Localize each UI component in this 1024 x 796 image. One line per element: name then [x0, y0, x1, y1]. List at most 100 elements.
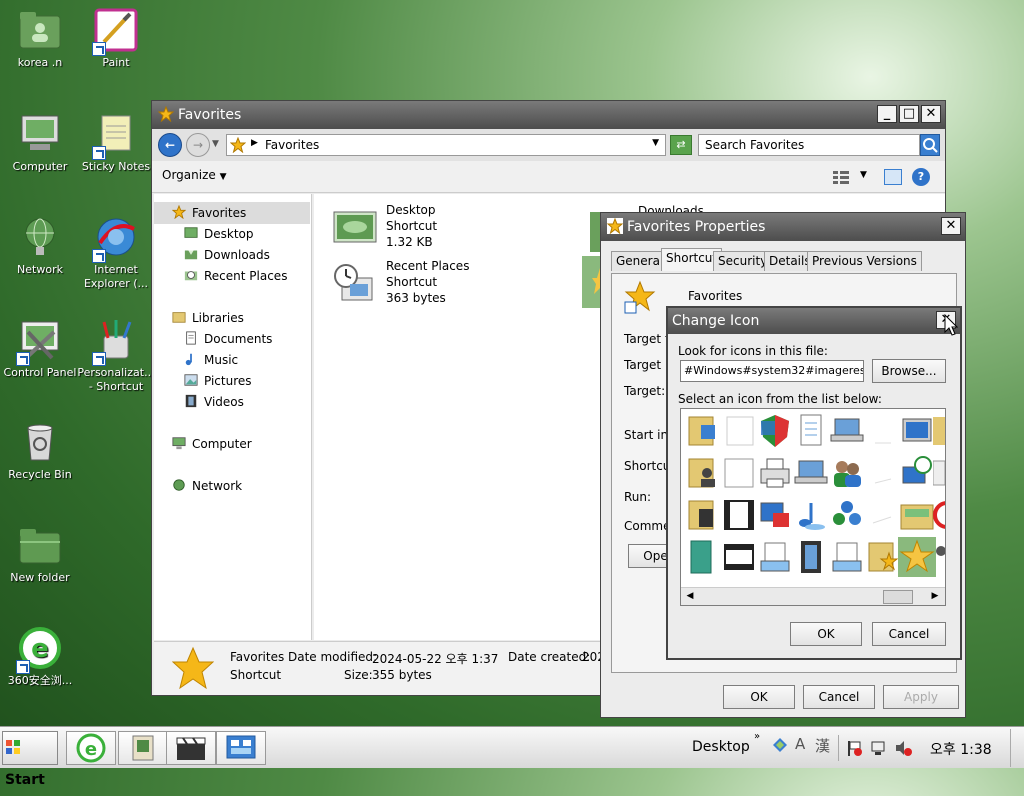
change-icon-cancel-button[interactable]: Cancel	[872, 622, 946, 646]
music-icon[interactable]	[793, 497, 829, 533]
change-icon-titlebar[interactable]: Change Icon ✕	[668, 308, 960, 334]
breadcrumb-favorites[interactable]: Favorites	[265, 138, 319, 152]
nav-item-videos[interactable]: Videos	[184, 393, 244, 411]
blank-icon[interactable]	[721, 413, 757, 449]
document-icon[interactable]	[793, 413, 829, 449]
show-desktop-button[interactable]	[1010, 729, 1022, 767]
laptop-icon[interactable]	[793, 455, 829, 491]
ime-alpha-mode[interactable]: A	[795, 735, 805, 753]
device-document-icon[interactable]	[829, 539, 865, 575]
properties-titlebar[interactable]: Favorites Properties ✕	[601, 213, 965, 241]
view-dropdown-icon[interactable]: ▼	[860, 170, 867, 180]
folder-people-icon[interactable]	[685, 455, 721, 491]
taskbar-app-media[interactable]	[166, 731, 216, 765]
properties-apply-button[interactable]: Apply	[883, 685, 959, 709]
ime-hanja-mode[interactable]: 漢	[815, 735, 830, 756]
icon-list[interactable]: ◀ ▶	[680, 408, 946, 606]
explorer-titlebar[interactable]: Favorites _ □ ✕	[152, 101, 945, 129]
search-icon[interactable]	[920, 134, 940, 156]
desktop-icon-internet-explorer[interactable]: Internet Explorer (...	[76, 215, 156, 291]
view-options-icon[interactable]	[832, 169, 850, 185]
film-icon[interactable]	[721, 497, 757, 533]
folder-window-icon[interactable]	[899, 497, 935, 533]
faded-icon[interactable]	[865, 455, 901, 491]
start-button[interactable]: Start	[2, 731, 58, 788]
scroll-thumb[interactable]	[883, 590, 913, 604]
device-document-icon[interactable]	[757, 539, 793, 575]
clock[interactable]: 오후 1:38	[930, 739, 992, 759]
faded-icon[interactable]	[865, 497, 901, 533]
desktop-icon-recycle-bin[interactable]: Recycle Bin	[0, 420, 80, 482]
action-center-flag-icon[interactable]	[846, 739, 864, 757]
refresh-button[interactable]: ⇄	[670, 135, 692, 155]
icon-file-input[interactable]: #Windows#system32#imageres.dll	[680, 360, 864, 382]
partial-icon[interactable]	[933, 455, 946, 491]
nav-item-recent-places[interactable]: Recent Places	[184, 267, 287, 285]
desktop-icon-360-browser[interactable]: e 360安全浏...	[0, 626, 80, 688]
desktop-icon-personalization[interactable]: Personalizat... - Shortcut	[76, 318, 156, 394]
preview-pane-icon[interactable]	[884, 169, 902, 185]
desktop-icon-korea[interactable]: korea .n	[0, 8, 80, 70]
power-icon[interactable]	[933, 497, 946, 533]
nav-item-computer[interactable]: Computer	[172, 435, 252, 453]
recent-pages-chevron-icon[interactable]: ▼	[212, 139, 219, 149]
film-icon[interactable]	[721, 539, 757, 575]
tab-general[interactable]: General	[611, 251, 669, 271]
desktop-icon-new-folder[interactable]: New folder	[0, 523, 80, 585]
nav-item-network[interactable]: Network	[172, 477, 242, 495]
security-shield-icon[interactable]	[757, 413, 793, 449]
monitor-network-icon[interactable]	[899, 413, 935, 449]
icon-list-scrollbar[interactable]: ◀ ▶	[681, 587, 945, 605]
faded-icon[interactable]	[865, 413, 901, 449]
desktop-icon-network[interactable]: Network	[0, 215, 80, 277]
address-field[interactable]: ▶ Favorites ▼	[226, 134, 666, 156]
change-icon-ok-button[interactable]: OK	[790, 622, 862, 646]
partial-icon[interactable]	[935, 539, 946, 575]
printer-icon[interactable]	[757, 455, 793, 491]
address-dropdown-icon[interactable]: ▼	[652, 138, 659, 148]
desktop-icon-sticky-notes[interactable]: Sticky Notes	[76, 112, 156, 174]
desktop-icon-paint[interactable]: Paint	[76, 8, 156, 70]
nav-item-downloads[interactable]: Downloads	[184, 246, 270, 264]
folder-video-icon[interactable]	[685, 497, 721, 533]
file-item-recent-places[interactable]: Recent Places Shortcut 363 bytes	[332, 258, 562, 310]
taskbar-app-explorer[interactable]	[118, 731, 168, 765]
users-icon[interactable]	[829, 455, 865, 491]
tab-previous-versions[interactable]: Previous Versions	[807, 251, 922, 271]
folder-icon[interactable]	[685, 413, 721, 449]
nav-item-libraries[interactable]: Libraries	[172, 309, 244, 327]
folder-partial-icon[interactable]	[933, 413, 946, 449]
properties-cancel-button[interactable]: Cancel	[803, 685, 875, 709]
search-input[interactable]: Search Favorites	[698, 134, 920, 156]
toolbar-expand-icon[interactable]: »	[754, 731, 760, 742]
forward-button[interactable]: →	[186, 133, 210, 157]
breadcrumb-chevron-icon[interactable]: ▶	[251, 138, 258, 148]
nav-item-desktop[interactable]: Desktop	[184, 225, 254, 243]
media-devices-icon[interactable]	[757, 497, 793, 533]
network-tray-icon[interactable]	[870, 739, 888, 757]
language-bar-icon[interactable]	[772, 737, 788, 753]
laptop-icon[interactable]	[829, 413, 865, 449]
blank-icon[interactable]	[721, 455, 757, 491]
nav-item-favorites[interactable]: Favorites	[172, 204, 246, 222]
scheduled-task-icon[interactable]	[899, 455, 935, 491]
nav-item-documents[interactable]: Documents	[184, 330, 272, 348]
volume-muted-icon[interactable]	[894, 739, 912, 757]
selected-icon-highlight[interactable]	[898, 537, 936, 577]
desktop-icon-control-panel[interactable]: Control Panel	[0, 318, 80, 380]
browse-button[interactable]: Browse...	[872, 359, 946, 383]
properties-close-button[interactable]: ✕	[941, 217, 961, 235]
book-icon[interactable]	[685, 539, 721, 575]
maximize-button[interactable]: □	[899, 105, 919, 123]
help-icon[interactable]: ?	[912, 168, 930, 186]
nav-item-pictures[interactable]: Pictures	[184, 372, 252, 390]
minimize-button[interactable]: _	[877, 105, 897, 123]
folder-star-icon[interactable]	[865, 539, 901, 575]
video-file-icon[interactable]	[793, 539, 829, 575]
back-button[interactable]: ←	[158, 133, 182, 157]
desktop-toolbar-label[interactable]: Desktop	[692, 739, 750, 755]
homegroup-icon[interactable]	[829, 497, 865, 533]
taskbar-app-360-browser[interactable]: e	[66, 731, 116, 765]
desktop-icon-computer[interactable]: Computer	[0, 112, 80, 174]
nav-item-music[interactable]: Music	[184, 351, 238, 369]
